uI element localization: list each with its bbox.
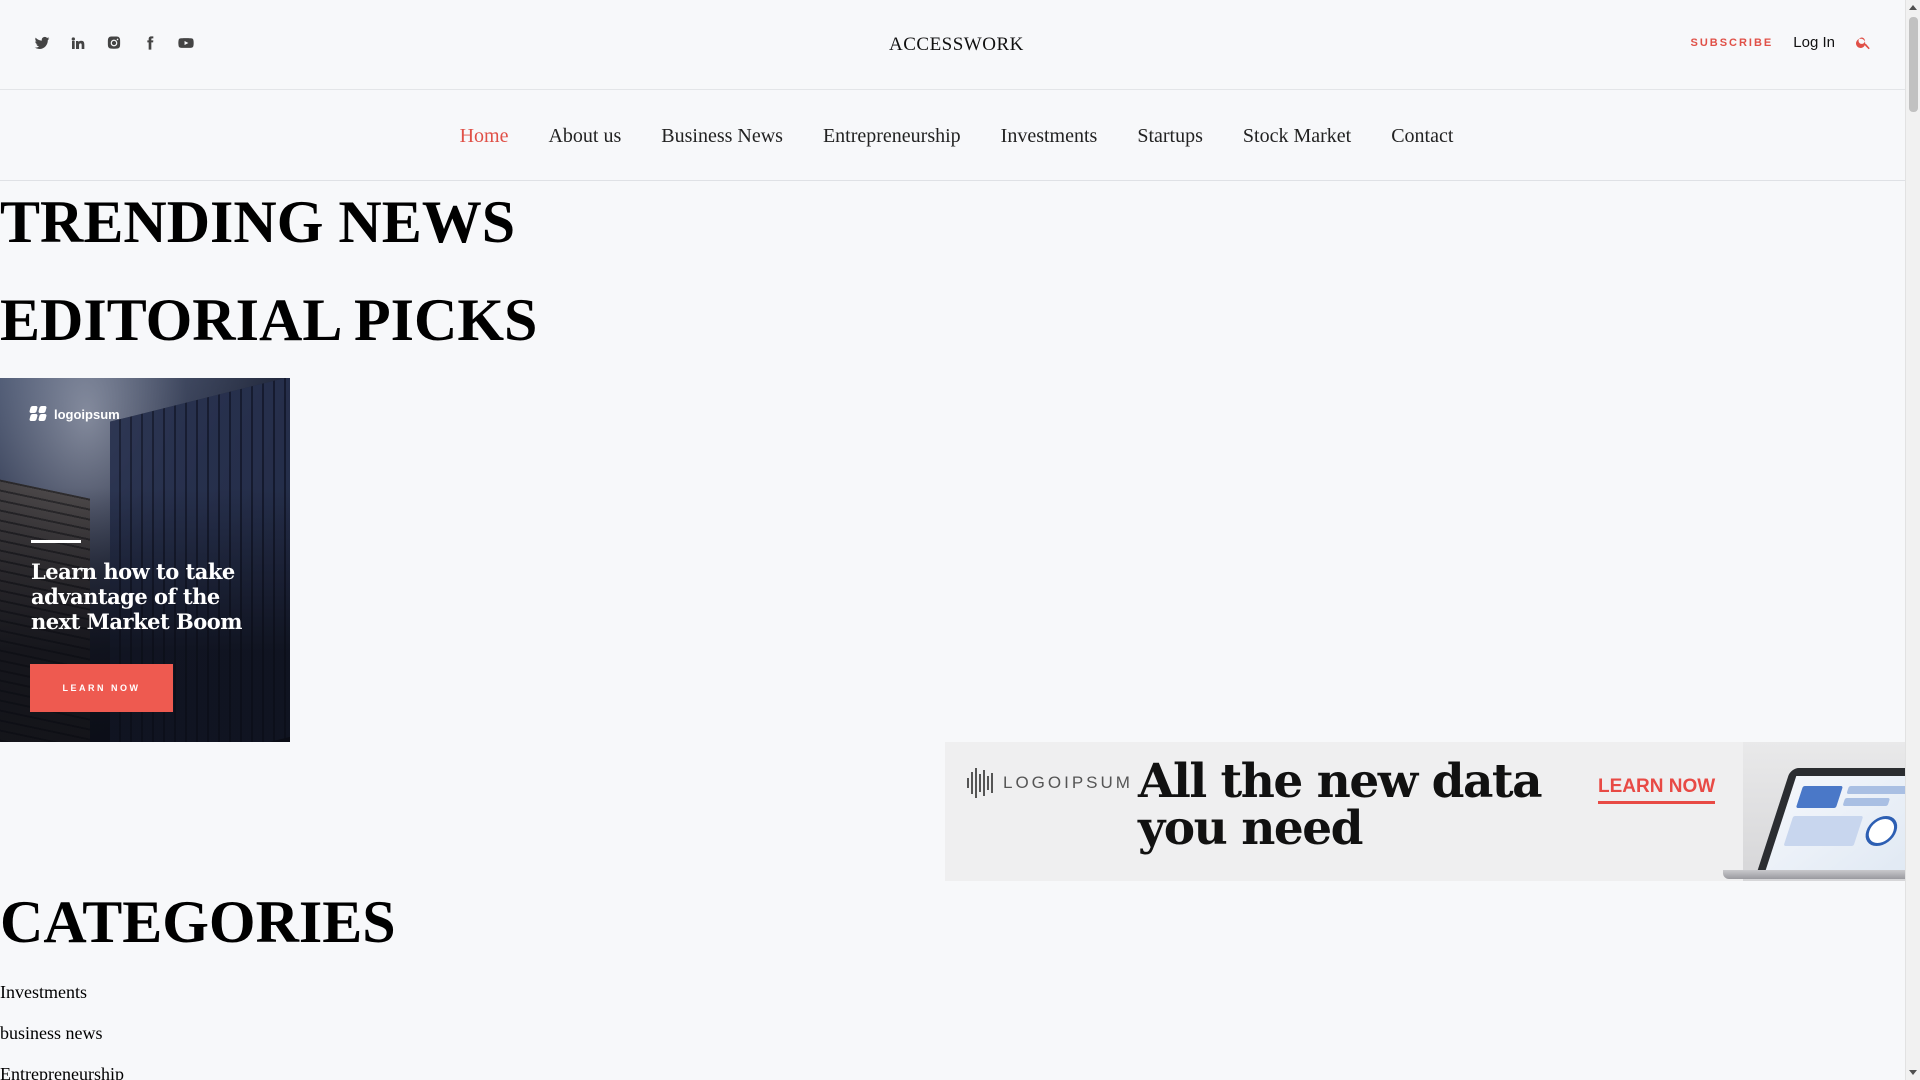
ad-headline: Learn how to take advantage of the next …	[31, 559, 242, 634]
scrollbar-thumb[interactable]	[1909, 17, 1918, 112]
nav-item-about-us[interactable]: About us	[548, 125, 621, 148]
trending-news-heading: TRENDING NEWS	[0, 189, 516, 255]
learn-now-button[interactable]: LEARN NOW	[30, 664, 173, 712]
banner-headline: All the new data you need	[1138, 754, 1543, 856]
nav-item-investments[interactable]: Investments	[1001, 125, 1098, 148]
page: ACCESSWORK SUBSCRIBE Log In Home About u…	[0, 0, 1905, 1080]
editorial-picks-heading: EDITORIAL PICKS	[0, 287, 538, 353]
scroll-up-icon[interactable]	[1909, 5, 1917, 10]
twitter-icon[interactable]	[33, 34, 51, 52]
nav-item-home[interactable]: Home	[460, 125, 509, 148]
top-header: ACCESSWORK SUBSCRIBE Log In	[0, 0, 1905, 90]
facebook-icon[interactable]	[141, 34, 159, 52]
instagram-icon[interactable]	[105, 34, 123, 52]
categories-list: Investments business news Entrepreneursh…	[0, 981, 124, 1080]
logoipsum-icon	[29, 406, 48, 422]
banner-brand-name: LOGOIPSUM	[1003, 773, 1133, 792]
nav-item-contact[interactable]: Contact	[1391, 125, 1453, 148]
nav-item-business-news[interactable]: Business News	[661, 125, 783, 148]
category-item-business-news[interactable]: business news	[0, 1022, 124, 1063]
ad-divider	[31, 540, 81, 543]
page-scrollbar[interactable]	[1905, 0, 1920, 1080]
market-boom-ad[interactable]: logoipsum Learn how to take advantage of…	[0, 378, 290, 742]
categories-heading: CATEGORIES	[0, 889, 396, 955]
laptop-image	[1723, 742, 1905, 881]
category-item-investments[interactable]: Investments	[0, 981, 124, 1022]
login-link[interactable]: Log In	[1793, 34, 1835, 51]
scroll-down-icon[interactable]	[1909, 1070, 1917, 1075]
linkedin-icon[interactable]	[69, 34, 87, 52]
search-icon[interactable]	[1855, 34, 1872, 51]
laptop-base	[1723, 870, 1905, 879]
ad-brand-logo: logoipsum	[29, 406, 120, 422]
laptop-screen	[1765, 776, 1905, 870]
data-banner-ad[interactable]: LOGOIPSUM All the new data you need LEAR…	[945, 742, 1905, 881]
nav-item-stock-market[interactable]: Stock Market	[1243, 125, 1351, 148]
nav-item-entrepreneurship[interactable]: Entrepreneurship	[823, 125, 961, 148]
social-links	[33, 34, 195, 52]
banner-brand-logo: LOGOIPSUM	[967, 766, 1133, 800]
subscribe-link[interactable]: SUBSCRIBE	[1690, 37, 1773, 49]
main-nav: Home About us Business News Entrepreneur…	[0, 91, 1905, 181]
ad-brand-name: logoipsum	[54, 406, 120, 422]
site-logo[interactable]: ACCESSWORK	[889, 34, 1024, 56]
category-item-entrepreneurship[interactable]: Entrepreneurship	[0, 1063, 124, 1080]
nav-item-startups[interactable]: Startups	[1137, 125, 1203, 148]
logoipsum-bars-icon	[967, 766, 993, 800]
laptop-icon	[1755, 768, 1905, 878]
banner-learn-now-link[interactable]: LEARN NOW	[1598, 776, 1716, 804]
header-actions: SUBSCRIBE Log In	[1690, 34, 1872, 51]
youtube-icon[interactable]	[177, 34, 195, 52]
